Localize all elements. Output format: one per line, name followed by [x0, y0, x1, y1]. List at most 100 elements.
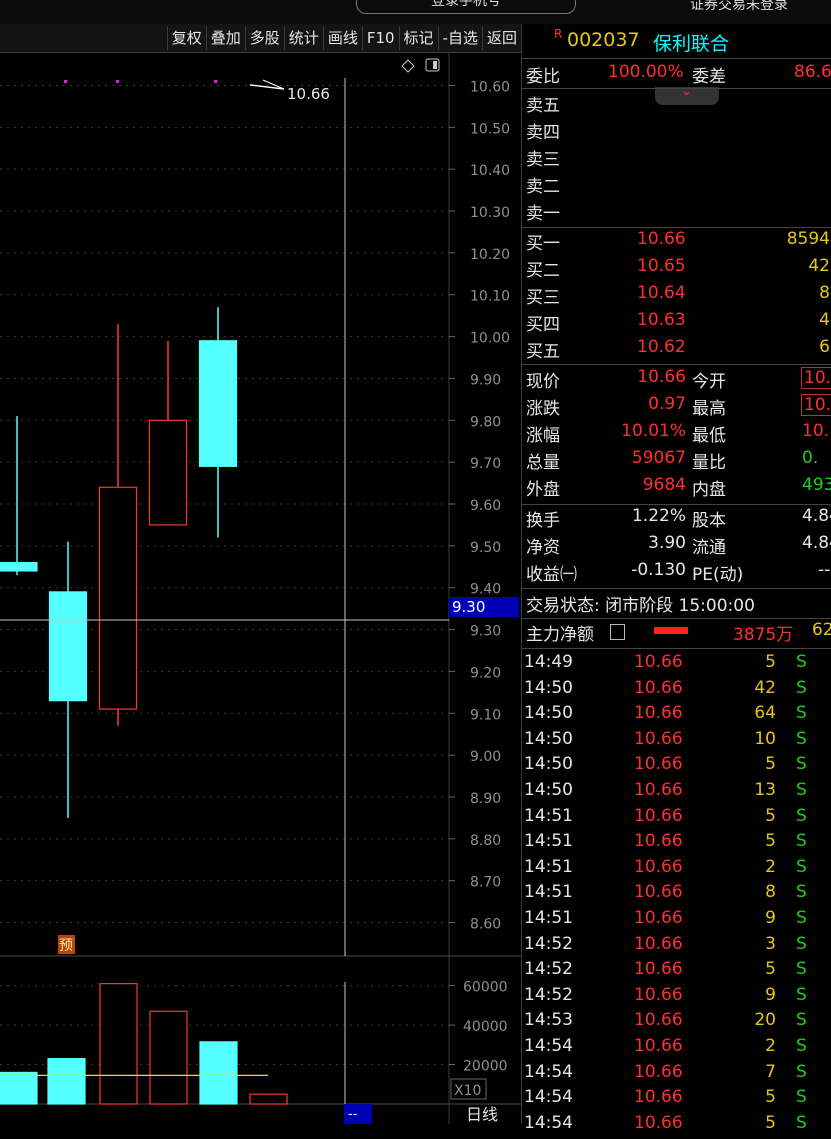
stat-row: 外盘 9684 内盘 493 [522, 475, 831, 501]
candles-layer [0, 307, 238, 818]
ask-row[interactable]: 卖三 [522, 145, 831, 171]
period-label[interactable]: 日线 [466, 1105, 498, 1124]
volume-bar[interactable] [0, 1071, 38, 1105]
stock-name[interactable]: 保利联合 [653, 29, 729, 56]
volume-tick-label: 20000 [463, 1059, 508, 1075]
tick-volume: 10 [754, 728, 776, 749]
tick-price: 10.66 [634, 677, 683, 698]
stat-label: 外盘 [526, 480, 560, 500]
volume-bar[interactable] [249, 1093, 288, 1105]
weicha-label: 委差 [692, 67, 726, 87]
candle-body[interactable] [198, 340, 238, 467]
candle-body[interactable] [98, 486, 138, 710]
tick-time: 14:50 [524, 703, 573, 724]
stock-code[interactable]: 002037 [567, 29, 640, 51]
tick-time: 14:50 [524, 754, 573, 775]
stat-label: 内盘 [692, 480, 726, 500]
volume-bar[interactable] [47, 1058, 86, 1105]
trade-login-status[interactable]: 证券交易未登录 [690, 0, 788, 14]
candle-body[interactable] [148, 419, 188, 526]
price-tick-label: 9.50 [470, 540, 501, 556]
tick-row: 14:51 10.66 8 S [522, 882, 831, 908]
tick-volume: 5 [765, 831, 776, 852]
stat-value: -0.130 [631, 560, 686, 580]
ask-row[interactable]: 卖五 [522, 91, 831, 117]
stat-label: 最高 [692, 399, 726, 419]
bid-volume: 6 [819, 337, 830, 357]
stat-value: 10. [801, 367, 831, 389]
tick-row: 14:49 10.66 5 S [522, 652, 831, 678]
tick-volume: 5 [765, 652, 776, 672]
back-button[interactable]: 返回 [481, 26, 521, 50]
tick-time: 14:52 [524, 933, 573, 954]
volume-bar[interactable] [99, 983, 138, 1105]
multi-stock-button[interactable]: 多股 [244, 26, 284, 50]
ask-row[interactable]: 卖一 [522, 199, 831, 225]
cursor-x-label: -- [348, 1107, 358, 1122]
tick-price: 10.66 [634, 1061, 683, 1082]
candle-body[interactable] [0, 561, 38, 572]
statistics-button[interactable]: 统计 [283, 26, 323, 50]
price-tick-label: 8.70 [470, 875, 501, 891]
tick-row: 14:51 10.66 5 S [522, 806, 831, 832]
stat-label: PE(动) [692, 565, 744, 585]
tick-volume: 42 [754, 677, 776, 698]
tick-time: 14:54 [524, 1061, 573, 1082]
bid-price: 10.64 [637, 283, 686, 303]
tick-time: 14:50 [524, 677, 573, 698]
panel-toggle-icon[interactable] [425, 58, 440, 72]
volume-layer [0, 983, 288, 1105]
volume-bar[interactable] [149, 1010, 188, 1105]
remove-watchlist-button[interactable]: -自选 [437, 26, 482, 50]
tick-price: 10.66 [634, 805, 683, 826]
price-tick-label: 10.40 [470, 163, 510, 179]
draw-line-button[interactable]: 画线 [322, 26, 362, 50]
tick-side: S [796, 754, 807, 775]
list-icon[interactable] [610, 624, 625, 640]
restore-rights-button[interactable]: 复权 [166, 26, 206, 50]
overlay-button[interactable]: 叠加 [205, 26, 245, 50]
price-tick-label: 9.70 [470, 456, 501, 472]
stat-label: 涨跌 [526, 399, 560, 419]
mark-button[interactable]: 标记 [398, 26, 438, 50]
quote-panel: R 002037 保利联合 委比 100.00% 委差 86.6 ⌄ 卖五 卖四卖… [521, 24, 831, 1133]
forecast-badge[interactable]: 预 [59, 938, 73, 954]
ask-label: 卖五 [526, 96, 560, 116]
tick-volume: 20 [754, 1010, 776, 1031]
tick-side: S [796, 1087, 807, 1108]
tick-volume: 5 [765, 1087, 776, 1108]
volume-bar[interactable] [199, 1041, 238, 1105]
r-badge: R [554, 27, 563, 41]
stat-row: 涨跌 0.97 最高 10. [522, 394, 831, 420]
stat-row: 换手 1.22% 股本 4.84 [522, 506, 831, 532]
volume-axis: 60000 40000 20000 [449, 980, 508, 1075]
candle-body[interactable] [48, 591, 88, 702]
login-phone-button[interactable]: 登录手机号 [356, 0, 576, 14]
mainforce-label[interactable]: 主力净额 [526, 620, 594, 645]
bid-row[interactable]: 买三 10.64 8 [522, 283, 831, 309]
weibi-row: 委比 100.00% 委差 86.6 [522, 62, 831, 88]
bid-row[interactable]: 买一 10.66 8594 [522, 229, 831, 255]
tick-side: S [796, 831, 807, 852]
stat-label: 最低 [692, 426, 726, 446]
kline-chart[interactable]: 10.60 10.50 10.40 10.30 10.20 10.10 10.00 9.90 9… [0, 52, 521, 1124]
price-tick-label: 8.80 [470, 833, 501, 849]
volume-unit: X10 [454, 1083, 481, 1099]
price-tick-label: 9.20 [470, 665, 501, 681]
ask-row[interactable]: 卖二 [522, 172, 831, 198]
bid-row[interactable]: 买五 10.62 6 [522, 337, 831, 363]
mainforce-value: 3875万 [733, 625, 794, 645]
bid-price: 10.65 [637, 256, 686, 276]
tick-volume: 7 [765, 1061, 776, 1082]
bid-row[interactable]: 买四 10.63 4 [522, 310, 831, 336]
stat-value: 4.84 [802, 533, 831, 553]
diamond-icon[interactable] [401, 59, 415, 73]
bid-row[interactable]: 买二 10.65 42 [522, 256, 831, 282]
tick-time: 14:51 [524, 908, 573, 928]
cursor-price-label: 9.30 [452, 598, 485, 616]
tick-time: 14:52 [524, 984, 573, 1005]
f10-button[interactable]: F10 [361, 26, 399, 50]
bid-price: 10.62 [637, 337, 686, 357]
volume-tick-label: 60000 [463, 980, 508, 996]
ask-row[interactable]: 卖四 [522, 118, 831, 144]
